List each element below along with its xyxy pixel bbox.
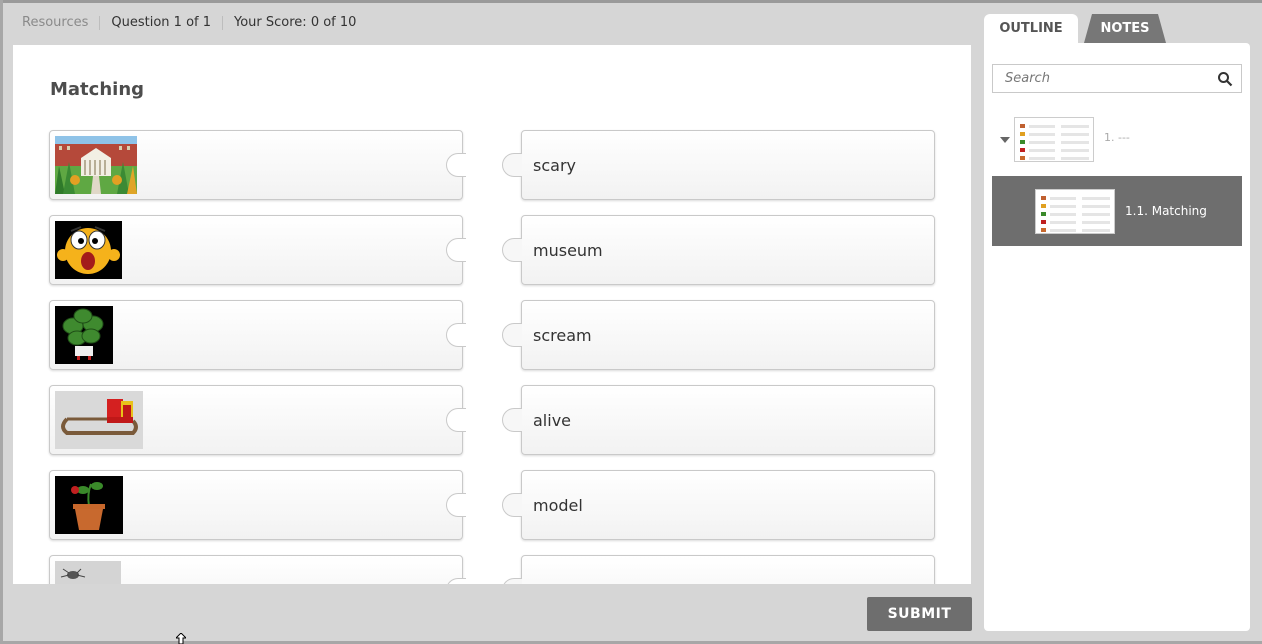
match-word: alive bbox=[533, 411, 572, 430]
collapse-caret-icon[interactable] bbox=[1000, 137, 1010, 143]
scared-face-image bbox=[55, 221, 122, 279]
match-right-card-5[interactable]: model bbox=[502, 470, 935, 540]
question-panel: Matching scary museum scream alive model bbox=[13, 45, 971, 584]
plant-image bbox=[55, 306, 113, 364]
match-left-card-2[interactable] bbox=[49, 215, 466, 285]
window-frame-top bbox=[0, 0, 1262, 3]
search-input[interactable] bbox=[993, 65, 1213, 92]
puzzle-connector bbox=[446, 493, 466, 517]
match-left-card-1[interactable] bbox=[49, 130, 466, 200]
match-left-card-6[interactable] bbox=[49, 555, 466, 584]
outline-sidebar: 1. --- 1.1. Matching bbox=[984, 43, 1250, 631]
search-icon[interactable] bbox=[1217, 71, 1233, 87]
question-counter: Question 1 of 1 bbox=[99, 16, 222, 30]
tab-notes[interactable]: NOTES bbox=[1084, 14, 1166, 43]
outline-child-label: 1.1. Matching bbox=[1125, 204, 1207, 218]
submit-button[interactable]: SUBMIT bbox=[867, 597, 972, 631]
puzzle-connector bbox=[502, 323, 522, 347]
puzzle-connector bbox=[446, 408, 466, 432]
puzzle-connector bbox=[502, 578, 522, 584]
potted-seedling-image bbox=[55, 476, 123, 534]
puzzle-connector bbox=[446, 578, 466, 584]
resources-link[interactable]: Resources bbox=[22, 16, 99, 30]
match-left-card-3[interactable] bbox=[49, 300, 466, 370]
match-right-card-2[interactable]: museum bbox=[502, 215, 935, 285]
puzzle-connector bbox=[502, 238, 522, 262]
match-left-card-5[interactable] bbox=[49, 470, 466, 540]
match-right-card-1[interactable]: scary bbox=[502, 130, 935, 200]
spider-image bbox=[55, 561, 121, 584]
mouse-cursor-icon bbox=[176, 633, 186, 644]
search-box bbox=[992, 64, 1242, 93]
puzzle-connector bbox=[502, 493, 522, 517]
puzzle-connector bbox=[446, 238, 466, 262]
outline-parent-label: 1. --- bbox=[1104, 131, 1130, 144]
toy-train-image bbox=[55, 391, 143, 449]
match-word: scary bbox=[533, 156, 576, 175]
outline-item-matching[interactable]: 1.1. Matching bbox=[992, 176, 1242, 246]
match-right-card-6[interactable] bbox=[502, 555, 935, 584]
question-title: Matching bbox=[50, 79, 145, 100]
match-word: scream bbox=[533, 326, 592, 345]
top-bar: Resources Question 1 of 1 Your Score: 0 … bbox=[22, 14, 367, 32]
puzzle-connector bbox=[502, 153, 522, 177]
museum-building-image bbox=[55, 136, 137, 194]
puzzle-connector bbox=[446, 323, 466, 347]
tab-outline[interactable]: OUTLINE bbox=[984, 14, 1078, 43]
outline-item-parent[interactable]: 1. --- bbox=[992, 115, 1242, 165]
puzzle-connector bbox=[446, 153, 466, 177]
match-left-card-4[interactable] bbox=[49, 385, 466, 455]
match-right-card-3[interactable]: scream bbox=[502, 300, 935, 370]
puzzle-connector bbox=[502, 408, 522, 432]
score-display: Your Score: 0 of 10 bbox=[222, 16, 367, 30]
slide-thumbnail bbox=[1014, 117, 1094, 162]
window-frame-left bbox=[0, 0, 3, 644]
match-right-card-4[interactable]: alive bbox=[502, 385, 935, 455]
match-word: museum bbox=[533, 241, 603, 260]
match-word: model bbox=[533, 496, 583, 515]
slide-thumbnail bbox=[1035, 189, 1115, 234]
